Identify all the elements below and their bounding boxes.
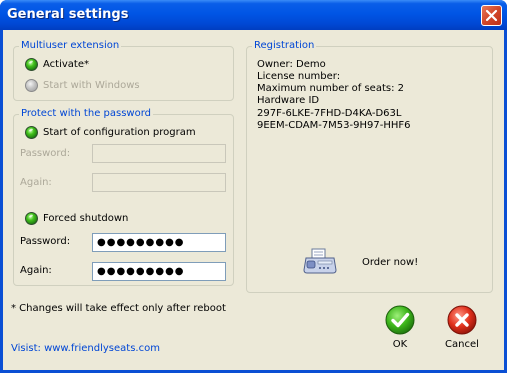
password-label-1: Password: xyxy=(20,148,71,159)
max-seats-text: Maximum number of seats: 2 xyxy=(257,83,405,94)
activate-option[interactable]: Activate* xyxy=(25,58,89,71)
fax-icon[interactable] xyxy=(303,248,337,274)
shutdown-again-field[interactable] xyxy=(92,262,226,281)
registration-group: Registration Owner: Demo License number:… xyxy=(246,40,493,293)
password-label-2: Password: xyxy=(20,236,71,247)
active-led-icon xyxy=(25,58,38,71)
title-bar: General settings xyxy=(0,0,507,30)
hardware-id-label: Hardware ID xyxy=(257,95,320,106)
website-link[interactable]: Visist: www.friendlyseats.com xyxy=(11,343,160,354)
registration-group-title: Registration xyxy=(252,40,317,52)
settings-window: General settings Multiuser extension Act… xyxy=(0,0,507,373)
start-with-windows-label: Start with Windows xyxy=(43,80,140,91)
again-label-2: Again: xyxy=(20,265,52,276)
activate-label: Activate* xyxy=(43,59,89,70)
config-password-field[interactable] xyxy=(92,144,226,163)
start-with-windows-option: Start with Windows xyxy=(25,79,140,92)
close-icon xyxy=(485,9,498,22)
hardware-id-line-2: 9EEM-CDAM-7M53-9H97-HHF6 xyxy=(257,120,411,131)
window-title: General settings xyxy=(7,7,129,22)
again-label-1: Again: xyxy=(20,177,52,188)
order-now-link[interactable]: Order now! xyxy=(362,257,418,268)
forced-shutdown-option[interactable]: Forced shutdown xyxy=(25,212,128,225)
license-text: License number: xyxy=(257,71,341,82)
hardware-id-line-1: 297F-6LKE-7FHD-D4KA-D63L xyxy=(257,108,402,119)
shutdown-password-field[interactable] xyxy=(92,233,226,252)
active-led-icon xyxy=(25,212,38,225)
close-button[interactable] xyxy=(481,5,502,26)
password-group-title: Protect with the password xyxy=(19,108,153,120)
dialog-body: Multiuser extension Activate* Start with… xyxy=(3,30,504,370)
start-config-label: Start of configuration program xyxy=(43,127,196,138)
owner-text: Owner: Demo xyxy=(257,59,326,70)
password-group: Protect with the password Start of confi… xyxy=(13,108,234,286)
forced-shutdown-label: Forced shutdown xyxy=(43,213,129,224)
cancel-label: Cancel xyxy=(445,339,479,350)
active-led-icon xyxy=(25,126,38,139)
start-config-option[interactable]: Start of configuration program xyxy=(25,126,196,139)
multiuser-group: Multiuser extension Activate* Start with… xyxy=(13,40,234,101)
ok-button[interactable]: OK xyxy=(375,305,425,350)
inactive-led-icon xyxy=(25,79,38,92)
multiuser-group-title: Multiuser extension xyxy=(19,40,122,52)
checkmark-icon xyxy=(385,305,415,335)
reboot-note: * Changes will take effect only after re… xyxy=(11,303,226,314)
ok-label: OK xyxy=(392,339,408,350)
config-again-field[interactable] xyxy=(92,173,226,192)
x-circle-icon xyxy=(447,305,477,335)
cancel-button[interactable]: Cancel xyxy=(437,305,487,350)
